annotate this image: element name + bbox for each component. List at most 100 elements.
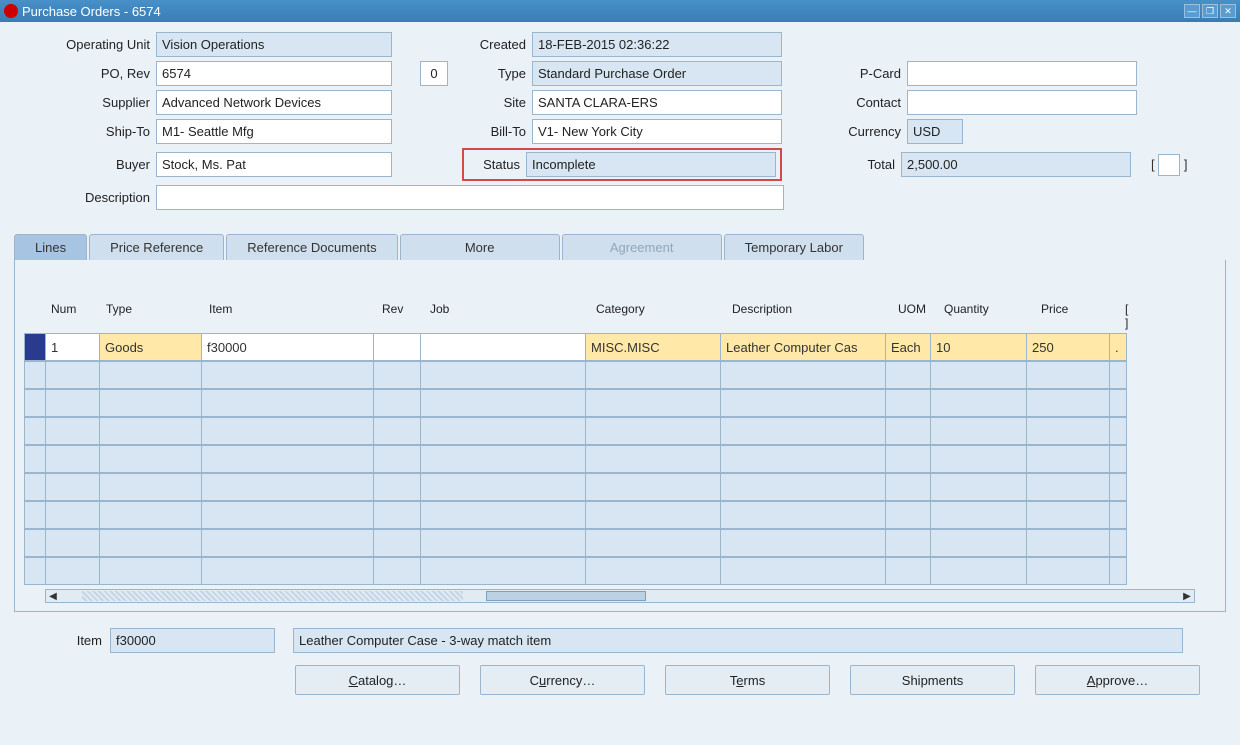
cell-desc[interactable]	[720, 473, 886, 501]
cell-cat[interactable]	[585, 389, 721, 417]
row-selector[interactable]	[24, 333, 46, 361]
currency-button[interactable]: Currency…	[480, 665, 645, 695]
col-header-quantity[interactable]: Quantity	[940, 300, 1037, 333]
cell-price[interactable]	[1026, 501, 1110, 529]
cell-price[interactable]	[1026, 389, 1110, 417]
cell-item[interactable]	[201, 557, 374, 585]
cell-type[interactable]: Goods	[99, 333, 202, 361]
col-header-flex[interactable]	[1121, 300, 1139, 333]
cell-num[interactable]	[45, 473, 100, 501]
catalog-button[interactable]: Catalog…	[295, 665, 460, 695]
cell-uom[interactable]	[885, 445, 931, 473]
grid-row[interactable]	[25, 529, 1215, 557]
cell-num[interactable]	[45, 361, 100, 389]
cell-desc[interactable]	[720, 389, 886, 417]
cell-ex[interactable]	[1109, 557, 1127, 585]
grid-row[interactable]: 1Goodsf30000MISC.MISCLeather Computer Ca…	[25, 333, 1215, 361]
cell-price[interactable]	[1026, 529, 1110, 557]
row-selector[interactable]	[24, 445, 46, 473]
cell-type[interactable]	[99, 529, 202, 557]
approve-button[interactable]: Approve…	[1035, 665, 1200, 695]
grid-horizontal-scrollbar[interactable]: ◀ ▶	[45, 589, 1195, 603]
grid-row[interactable]	[25, 361, 1215, 389]
cell-item[interactable]	[201, 417, 374, 445]
cell-ex[interactable]	[1109, 445, 1127, 473]
cell-qty[interactable]	[930, 417, 1027, 445]
footer-item-desc-field[interactable]: Leather Computer Case - 3-way match item	[293, 628, 1183, 653]
cell-job[interactable]	[420, 445, 586, 473]
close-button[interactable]: ✕	[1220, 4, 1236, 18]
buyer-field[interactable]: Stock, Ms. Pat	[156, 152, 392, 177]
cell-job[interactable]	[420, 417, 586, 445]
col-header-num[interactable]: Num	[47, 300, 102, 333]
cell-desc[interactable]	[720, 501, 886, 529]
cell-job[interactable]	[420, 473, 586, 501]
cell-num[interactable]: 1	[45, 333, 100, 361]
cell-rev[interactable]	[373, 445, 421, 473]
cell-num[interactable]	[45, 445, 100, 473]
p-card-field[interactable]	[907, 61, 1137, 86]
cell-type[interactable]	[99, 473, 202, 501]
total-field[interactable]: 2,500.00	[901, 152, 1131, 177]
cell-desc[interactable]	[720, 417, 886, 445]
cell-rev[interactable]	[373, 417, 421, 445]
cell-ex[interactable]	[1109, 473, 1127, 501]
cell-uom[interactable]	[885, 473, 931, 501]
row-selector[interactable]	[24, 389, 46, 417]
row-selector[interactable]	[24, 557, 46, 585]
cell-item[interactable]	[201, 473, 374, 501]
cell-job[interactable]	[420, 361, 586, 389]
cell-desc[interactable]	[720, 557, 886, 585]
cell-desc[interactable]	[720, 445, 886, 473]
scroll-right-icon[interactable]: ▶	[1180, 591, 1194, 602]
cell-job[interactable]	[420, 557, 586, 585]
cell-cat[interactable]	[585, 417, 721, 445]
cell-qty[interactable]	[930, 529, 1027, 557]
rev-field[interactable]: 0	[420, 61, 448, 86]
cell-type[interactable]	[99, 445, 202, 473]
scroll-left-icon[interactable]: ◀	[46, 591, 60, 602]
cell-item[interactable]	[201, 361, 374, 389]
cell-qty[interactable]	[930, 557, 1027, 585]
cell-price[interactable]	[1026, 445, 1110, 473]
cell-rev[interactable]	[373, 361, 421, 389]
cell-rev[interactable]	[373, 333, 421, 361]
description-field[interactable]	[156, 185, 784, 210]
operating-unit-field[interactable]: Vision Operations	[156, 32, 392, 57]
cell-cat[interactable]	[585, 473, 721, 501]
contact-field[interactable]	[907, 90, 1137, 115]
cell-qty[interactable]	[930, 445, 1027, 473]
cell-item[interactable]	[201, 445, 374, 473]
grid-row[interactable]	[25, 501, 1215, 529]
cell-cat[interactable]	[585, 501, 721, 529]
cell-qty[interactable]	[930, 389, 1027, 417]
cell-uom[interactable]	[885, 389, 931, 417]
cell-qty[interactable]	[930, 473, 1027, 501]
cell-item[interactable]	[201, 501, 374, 529]
cell-type[interactable]	[99, 361, 202, 389]
cell-type[interactable]	[99, 389, 202, 417]
cell-qty[interactable]	[930, 361, 1027, 389]
col-header-uom[interactable]: UOM	[894, 300, 940, 333]
cell-price[interactable]: 250	[1026, 333, 1110, 361]
cell-job[interactable]	[420, 333, 586, 361]
col-header-job[interactable]: Job	[426, 300, 592, 333]
col-header-price[interactable]: Price	[1037, 300, 1121, 333]
row-selector[interactable]	[24, 417, 46, 445]
cell-rev[interactable]	[373, 529, 421, 557]
cell-item[interactable]: f30000	[201, 333, 374, 361]
minimize-button[interactable]: —	[1184, 4, 1200, 18]
row-selector[interactable]	[24, 361, 46, 389]
site-field[interactable]: SANTA CLARA-ERS	[532, 90, 782, 115]
cell-cat[interactable]: MISC.MISC	[585, 333, 721, 361]
footer-item-field[interactable]: f30000	[110, 628, 275, 653]
cell-ex[interactable]	[1109, 417, 1127, 445]
cell-rev[interactable]	[373, 389, 421, 417]
cell-type[interactable]	[99, 557, 202, 585]
cell-cat[interactable]	[585, 361, 721, 389]
cell-item[interactable]	[201, 389, 374, 417]
cell-item[interactable]	[201, 529, 374, 557]
cell-cat[interactable]	[585, 557, 721, 585]
tab-reference-documents[interactable]: Reference Documents	[226, 234, 397, 260]
cell-num[interactable]	[45, 389, 100, 417]
